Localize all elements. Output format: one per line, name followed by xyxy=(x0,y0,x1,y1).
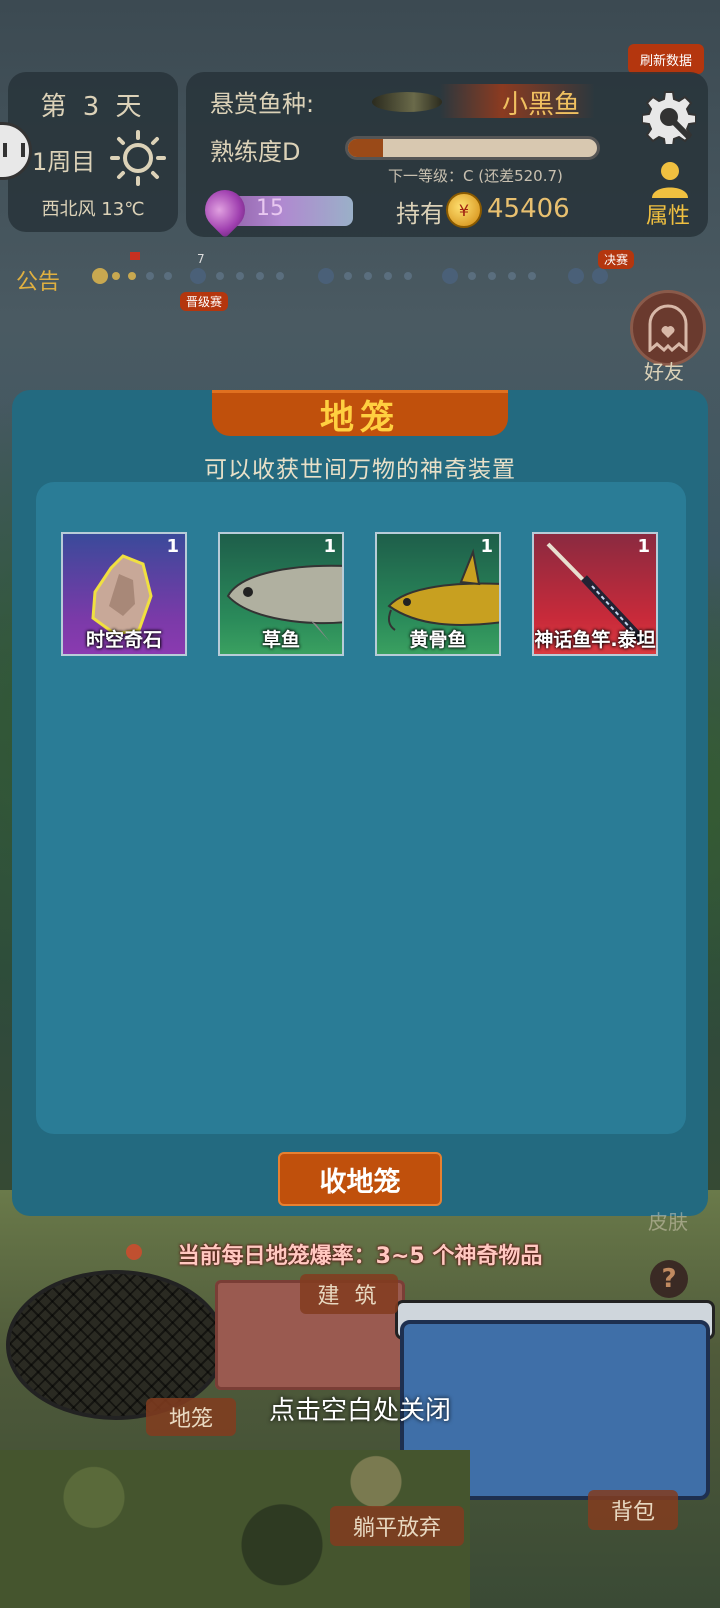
item-name: 神话鱼竿.泰坦 xyxy=(534,629,656,651)
track-node xyxy=(276,272,284,280)
track-node xyxy=(344,272,352,280)
friends-label[interactable]: 好友 xyxy=(644,356,684,385)
item-slot[interactable]: 1 时空奇石 xyxy=(61,532,187,656)
track-node xyxy=(364,272,372,280)
help-icon[interactable]: ? xyxy=(650,1260,688,1298)
item-count: 1 xyxy=(637,536,650,557)
announcement-label[interactable]: 公告 xyxy=(16,264,60,296)
item-name: 黄骨鱼 xyxy=(409,629,467,651)
give-up-button[interactable]: 躺平放弃 xyxy=(330,1506,464,1546)
current-position-flag xyxy=(130,252,140,260)
proficiency-label: 熟练度D xyxy=(210,138,301,166)
item-name: 草鱼 xyxy=(261,629,300,651)
attributes-label[interactable]: 属性 xyxy=(646,198,690,230)
track-node xyxy=(190,268,206,284)
proficiency-fill xyxy=(348,139,383,157)
track-node xyxy=(528,272,536,280)
close-hint[interactable]: 点击空白处关闭 xyxy=(0,1390,720,1427)
track-node xyxy=(112,272,120,280)
friends-button[interactable] xyxy=(630,290,706,366)
dialog-title: 地笼 xyxy=(212,390,508,438)
dialog-subtitle: 可以收获世间万物的神奇装置 xyxy=(204,457,516,483)
track-node xyxy=(236,272,244,280)
bounty-fish-icon xyxy=(372,92,442,112)
item-count: 1 xyxy=(323,536,336,557)
coin-icon-glyph: ¥ xyxy=(458,200,470,220)
track-node xyxy=(508,272,516,280)
hold-label: 持有 xyxy=(396,200,444,228)
item-slot[interactable]: 1 神话鱼竿.泰坦 xyxy=(532,532,658,656)
skin-label[interactable]: 皮肤 xyxy=(648,1206,688,1235)
promotion-tag: 晋级赛 xyxy=(180,292,229,311)
track-node xyxy=(442,268,458,284)
track-node xyxy=(256,272,264,280)
weather-label: 西北风 13℃ xyxy=(41,199,145,220)
track-node xyxy=(592,268,608,284)
track-node xyxy=(164,272,172,280)
bounty-fish-name: 小黑鱼 xyxy=(502,90,581,120)
next-level-label: 下一等级：C (还差520.7) xyxy=(388,167,563,185)
item-count: 1 xyxy=(480,536,493,557)
coin-icon: ¥ xyxy=(446,192,482,228)
attributes-icon[interactable] xyxy=(650,160,690,198)
item-count: 1 xyxy=(166,536,179,557)
item-name: 时空奇石 xyxy=(85,629,162,651)
track-node xyxy=(404,272,412,280)
sun-icon xyxy=(110,130,166,186)
track-node xyxy=(488,272,496,280)
track-node xyxy=(128,272,136,280)
track-node xyxy=(468,272,476,280)
track-node xyxy=(216,272,224,280)
track-node xyxy=(318,268,334,284)
progress-track xyxy=(92,268,622,284)
ghost-icon xyxy=(648,304,688,352)
gear-icon[interactable] xyxy=(642,90,696,144)
build-button[interactable]: 建 筑 xyxy=(300,1274,398,1314)
drop-rate-text: 当前每日地笼爆率：3~5 个神奇物品 xyxy=(177,1244,543,1269)
track-node xyxy=(568,268,584,284)
item-slot[interactable]: 1 草鱼 xyxy=(218,532,344,656)
coin-count: 45406 xyxy=(487,194,570,224)
track-node xyxy=(384,272,392,280)
day-counter: 第 3 天 xyxy=(40,92,146,122)
proficiency-bar xyxy=(345,136,600,160)
final-tag: 决赛 xyxy=(598,250,635,269)
track-number: 7 xyxy=(197,252,205,266)
track-node xyxy=(92,268,108,284)
collect-trap-button[interactable]: 收地笼 xyxy=(278,1152,442,1206)
refresh-data-button[interactable]: 刷新数据 xyxy=(628,44,704,74)
gem-count: 15 xyxy=(256,196,284,221)
item-slot[interactable]: 1 黄骨鱼 xyxy=(375,532,501,656)
track-node xyxy=(146,272,154,280)
cycle-label: 1周目 xyxy=(32,148,96,176)
backpack-button[interactable]: 背包 xyxy=(588,1490,678,1530)
bounty-label: 悬赏鱼种: xyxy=(210,90,315,118)
